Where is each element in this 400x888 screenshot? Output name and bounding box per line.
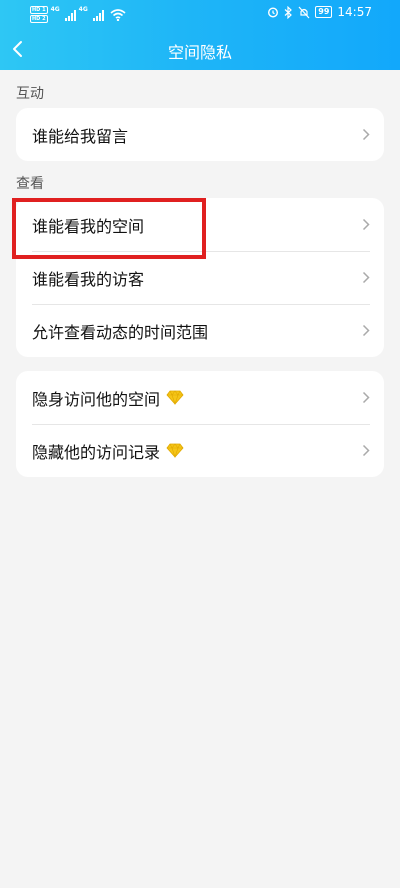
hd-indicators: HD 1 HD 2	[30, 6, 48, 23]
bluetooth-icon	[284, 5, 293, 19]
hd2-label: HD 2	[30, 15, 48, 23]
wifi-icon	[110, 8, 126, 21]
card-interact: 谁能给我留言	[16, 108, 384, 161]
highlight-box	[12, 198, 206, 259]
diamond-icon	[166, 390, 184, 405]
card-vip: 隐身访问他的空间 隐藏他的访问记录	[16, 371, 384, 477]
row-invisible-visit[interactable]: 隐身访问他的空间	[16, 371, 384, 424]
signal-icon-2	[92, 9, 104, 21]
chevron-right-icon	[362, 271, 370, 284]
clock: 14:57	[337, 5, 372, 19]
chevron-right-icon	[362, 444, 370, 457]
battery-icon: 99	[315, 6, 333, 18]
chevron-right-icon	[362, 218, 370, 231]
diamond-icon	[166, 443, 184, 458]
status-right: 99 14:57	[267, 5, 372, 19]
status-left: HD 1 HD 2 4G 4G	[30, 6, 126, 23]
network-type-1: 4G	[50, 6, 60, 13]
status-bar: HD 1 HD 2 4G 4G 99 14:57	[0, 0, 400, 28]
chevron-right-icon	[362, 324, 370, 337]
row-hide-visit-record[interactable]: 隐藏他的访问记录	[16, 424, 384, 477]
section-label-view: 查看	[16, 176, 44, 192]
signal-icon	[64, 9, 76, 21]
hd1-label: HD 1	[30, 6, 48, 14]
mute-icon	[298, 6, 310, 18]
row-label: 谁能看我的访客	[32, 269, 145, 289]
chevron-right-icon	[362, 391, 370, 404]
alarm-icon	[268, 7, 279, 18]
row-label: 允许查看动态的时间范围	[32, 322, 209, 342]
network-type-2: 4G	[78, 6, 88, 13]
navigation-bar: 空间隐私	[0, 28, 400, 70]
page-title: 空间隐私	[167, 43, 232, 62]
row-label: 隐藏他的访问记录	[32, 442, 161, 462]
row-who-can-message[interactable]: 谁能给我留言	[16, 108, 384, 161]
top-bar: HD 1 HD 2 4G 4G 99 14:57 空间隐私	[0, 0, 400, 70]
section-label-interact: 互动	[16, 86, 44, 102]
row-label: 隐身访问他的空间	[32, 389, 161, 409]
row-label: 谁能给我留言	[32, 126, 129, 146]
row-feed-time-range[interactable]: 允许查看动态的时间范围	[16, 304, 384, 357]
chevron-right-icon	[362, 128, 370, 141]
